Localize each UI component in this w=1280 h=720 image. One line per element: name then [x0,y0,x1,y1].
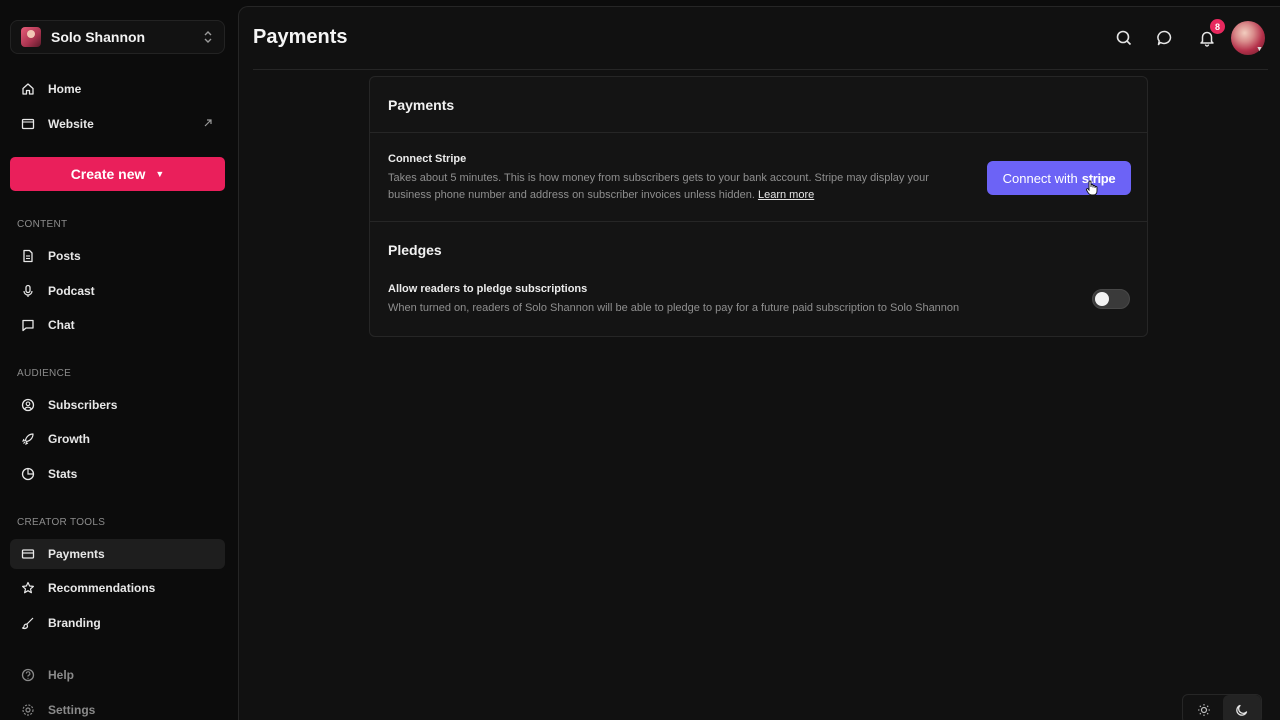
sun-icon[interactable] [1185,695,1223,720]
connect-with-label: Connect with [1002,170,1078,186]
sidebar-item-label: Branding [48,616,101,630]
document-icon [20,248,36,264]
sidebar-item-subscribers[interactable]: Subscribers [10,390,225,420]
create-new-label: Create new [70,166,146,182]
connect-desc-line-1: Takes about 5 minutes. This is how money… [388,172,929,184]
connect-stripe-description: Takes about 5 minutes. This is how money… [388,170,929,204]
sidebar-item-branding[interactable]: Branding [10,608,225,638]
connect-desc-text: business phone number and address on sub… [388,189,755,201]
section-label-content: CONTENT [17,219,68,230]
sidebar-item-label: Posts [48,249,81,263]
sidebar-item-settings[interactable]: Settings [10,695,225,720]
brush-icon [20,615,36,631]
home-icon [20,81,36,97]
sidebar-item-label: Recommendations [48,581,156,595]
sidebar-item-home[interactable]: Home [10,74,225,104]
pledge-toggle-title: Allow readers to pledge subscriptions [388,283,588,295]
pledge-toggle-description: When turned on, readers of Solo Shannon … [388,302,960,314]
sidebar-item-label: Website [48,117,94,131]
page-title: Payments [253,26,348,48]
card-divider [370,221,1147,222]
connect-stripe-button[interactable]: Connect with stripe [987,161,1131,195]
sidebar-item-label: Subscribers [48,398,118,412]
sidebar: Solo Shannon Home Website Create new ▼ C… [0,0,238,720]
section-label-creator-tools: CREATOR TOOLS [17,517,106,528]
hand-pointer-icon [1085,180,1099,201]
caret-down-icon: ▼ [1256,46,1263,53]
learn-more-link[interactable]: Learn more [758,189,814,201]
pledge-toggle[interactable] [1092,289,1130,309]
sidebar-item-payments[interactable]: Payments [10,539,225,569]
chevron-up-down-icon [202,30,214,44]
payments-card: Payments Connect Stripe Takes about 5 mi… [369,76,1148,337]
sidebar-item-website[interactable]: Website [10,109,225,139]
user-circle-icon [20,397,36,413]
sidebar-item-label: Home [48,82,82,96]
sidebar-item-label: Podcast [48,284,95,298]
external-link-icon [203,117,213,131]
microphone-icon [20,283,36,299]
chat-icon [20,317,36,333]
rocket-icon [20,431,36,447]
website-icon [20,116,36,132]
sidebar-item-label: Help [48,668,75,682]
sidebar-item-label: Chat [48,318,75,332]
sidebar-item-podcast[interactable]: Podcast [10,276,225,306]
section-label-audience: AUDIENCE [17,368,72,379]
sidebar-item-recommendations[interactable]: Recommendations [10,573,225,603]
caret-down-icon: ▼ [155,169,165,179]
payments-heading: Payments [388,97,455,113]
sidebar-item-help[interactable]: Help [10,660,225,690]
sidebar-item-label: Growth [48,432,90,446]
gear-icon [20,702,36,718]
sidebar-item-posts[interactable]: Posts [10,241,225,271]
sidebar-item-stats[interactable]: Stats [10,459,225,489]
sidebar-item-growth[interactable]: Growth [10,424,225,454]
star-icon [20,580,36,596]
publication-switcher[interactable]: Solo Shannon [10,20,225,54]
header-divider [253,69,1268,70]
sidebar-item-label: Settings [48,703,96,717]
message-icon[interactable] [1154,27,1176,49]
sidebar-item-label: Stats [48,467,78,481]
help-icon [20,667,36,683]
card-divider [370,132,1147,133]
toggle-knob [1095,292,1109,306]
sidebar-item-chat[interactable]: Chat [10,310,225,340]
publication-name: Solo Shannon [51,29,146,45]
publication-logo [21,27,41,47]
notification-badge: 8 [1210,19,1225,34]
sidebar-item-label: Payments [48,547,105,561]
theme-switch [1182,694,1262,720]
credit-card-icon [20,546,36,562]
connect-stripe-title: Connect Stripe [388,153,467,165]
create-new-button[interactable]: Create new ▼ [10,157,225,191]
connect-desc-line-2: business phone number and address on sub… [388,187,929,204]
pledges-heading: Pledges [388,242,442,258]
pie-chart-icon [20,466,36,482]
search-icon[interactable] [1113,27,1135,49]
moon-icon[interactable] [1223,695,1261,720]
